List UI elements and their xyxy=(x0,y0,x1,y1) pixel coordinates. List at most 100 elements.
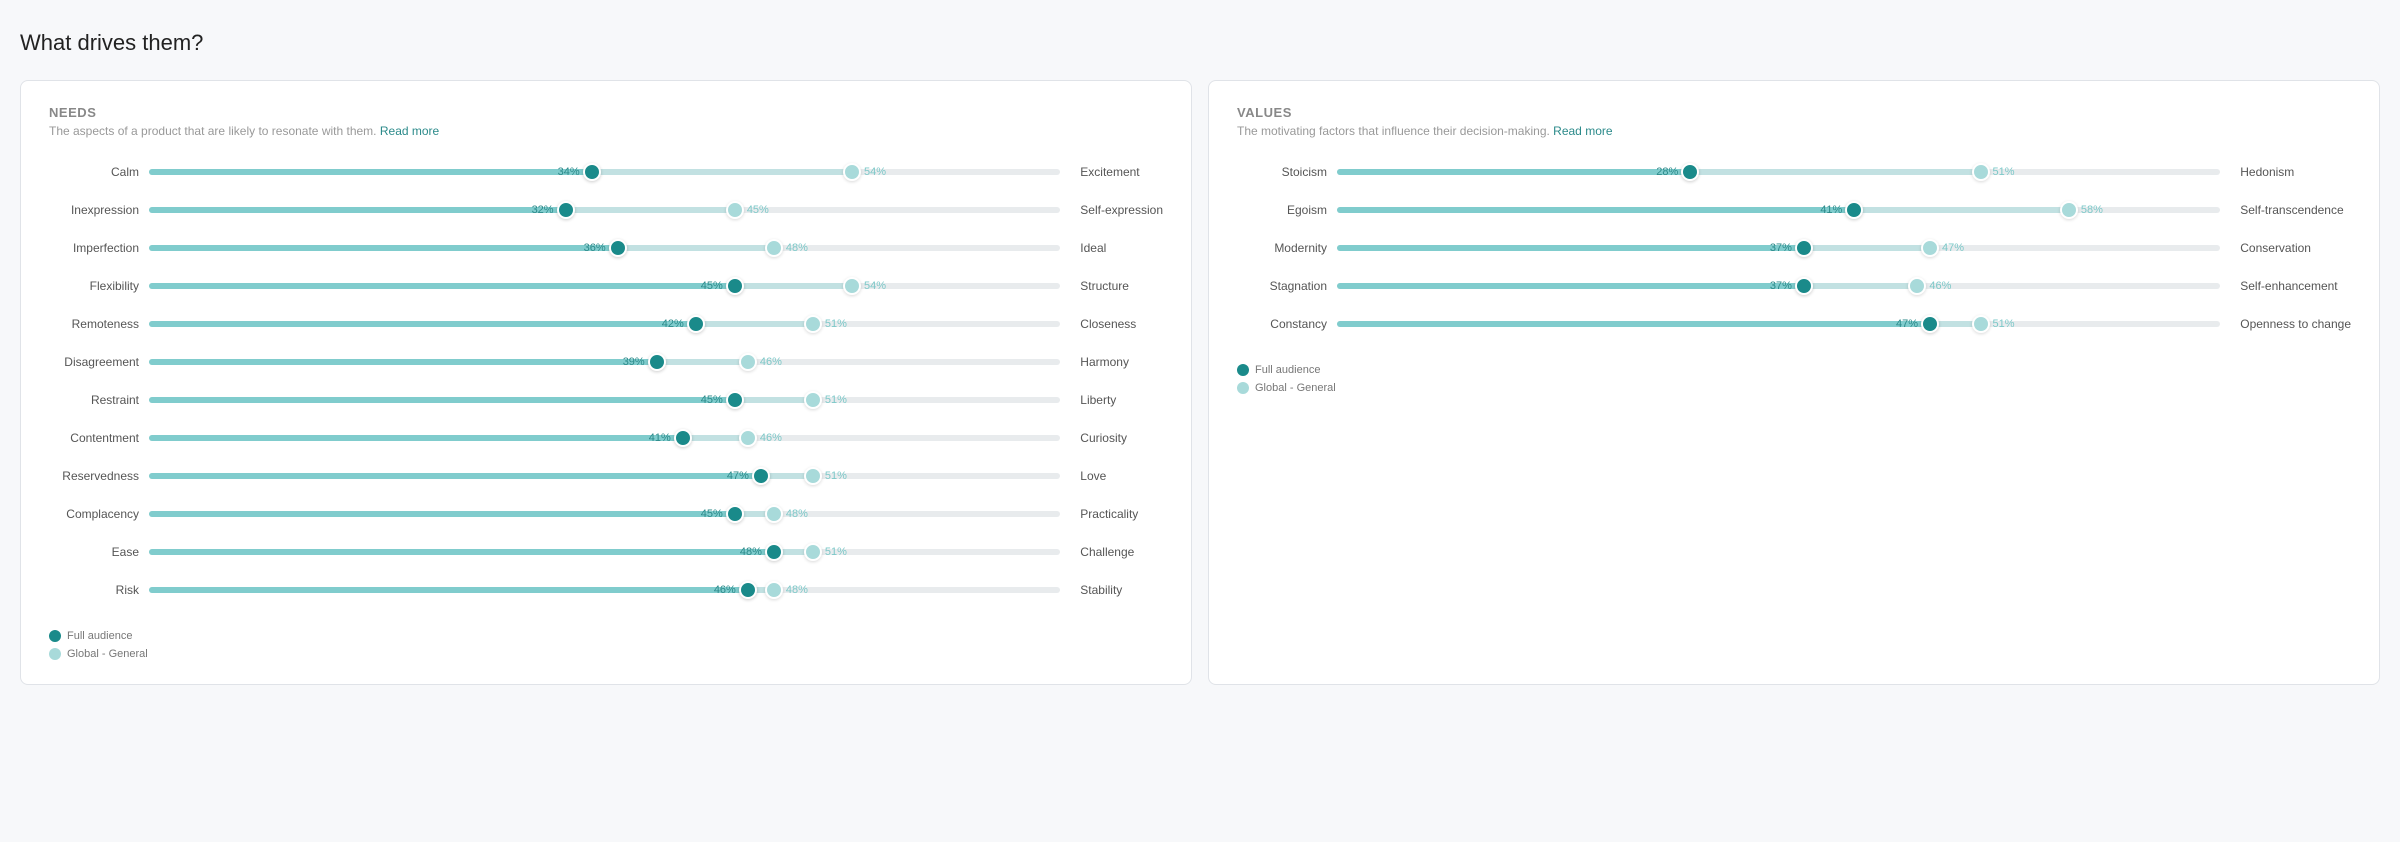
bar-track: 45%48% xyxy=(149,511,1060,517)
bar-row: Calm 34% 54% xyxy=(49,158,1060,186)
bar-label: Stagnation xyxy=(1237,279,1337,293)
needs-panel-subtitle: The aspects of a product that are likely… xyxy=(49,124,1163,138)
values-panel-title: Values xyxy=(1237,105,2351,120)
values-legend-audience: Full audience xyxy=(1237,364,2351,376)
bar-label: Ease xyxy=(49,545,149,559)
pct-global-label: 54% xyxy=(864,166,886,178)
bar-fill-audience xyxy=(149,397,735,403)
bar-track: 39% 46% xyxy=(149,359,1060,365)
bar-fill-audience xyxy=(1337,207,1854,213)
bar-label: Disagreement xyxy=(49,355,149,369)
values-legend-global-label: Global - General xyxy=(1255,382,1336,394)
values-read-more-link[interactable]: Read more xyxy=(1553,124,1612,138)
bar-track: 45% 51% xyxy=(149,397,1060,403)
needs-legend-audience-label: Full audience xyxy=(67,630,132,642)
bar-track: 41%58% xyxy=(1337,207,2220,213)
pct-audience-label: 45% xyxy=(701,394,723,406)
dot-audience xyxy=(1795,239,1813,257)
dot-global xyxy=(804,467,822,485)
bar-track: 28%51% xyxy=(1337,169,2220,175)
pct-global-label: 54% xyxy=(864,280,886,292)
pct-audience-label: 39% xyxy=(623,356,645,368)
bar-track: 37%47% xyxy=(1337,245,2220,251)
dot-audience xyxy=(726,277,744,295)
pct-global-label: 51% xyxy=(825,546,847,558)
bar-row: Risk46%48% xyxy=(49,576,1060,604)
bar-track: 32%45% xyxy=(149,207,1060,213)
needs-legend-global-label: Global - General xyxy=(67,648,148,660)
bar-track: 45% 54% xyxy=(149,283,1060,289)
dot-audience xyxy=(739,581,757,599)
bar-label: Calm xyxy=(49,165,149,179)
opposite-label: Closeness xyxy=(1080,310,1163,338)
opposite-label: Hedonism xyxy=(2240,158,2351,186)
pct-global-label: 48% xyxy=(786,508,808,520)
bar-fill-audience xyxy=(149,283,735,289)
bar-track: 47% 51% xyxy=(1337,321,2220,327)
bar-row: Egoism41%58% xyxy=(1237,196,2220,224)
bar-fill-audience xyxy=(1337,245,1804,251)
dot-global xyxy=(2060,201,2078,219)
opposite-label: Excitement xyxy=(1080,158,1163,186)
bar-label: Contentment xyxy=(49,431,149,445)
bar-row: Disagreement 39% 46% xyxy=(49,348,1060,376)
bar-row: Modernity37%47% xyxy=(1237,234,2220,262)
values-opposites: HedonismSelf-transcendenceConservationSe… xyxy=(2240,158,2351,348)
bar-label: Constancy xyxy=(1237,317,1337,331)
values-panel: Values The motivating factors that influ… xyxy=(1208,80,2380,685)
dot-audience xyxy=(752,467,770,485)
pct-audience-label: 47% xyxy=(1896,318,1918,330)
bar-track: 46%48% xyxy=(149,587,1060,593)
bar-row: Flexibility45%54% xyxy=(49,272,1060,300)
needs-legend-global-dot xyxy=(49,648,61,660)
values-legend-global: Global - General xyxy=(1237,382,2351,394)
bar-track: 47%51% xyxy=(149,473,1060,479)
pct-audience-label: 42% xyxy=(662,318,684,330)
pct-global-label: 51% xyxy=(1993,166,2015,178)
needs-panel: Needs The aspects of a product that are … xyxy=(20,80,1192,685)
needs-read-more-link[interactable]: Read more xyxy=(380,124,439,138)
values-legend-audience-dot xyxy=(1237,364,1249,376)
bar-row: Stagnation37%46% xyxy=(1237,272,2220,300)
bar-row: Ease48%51% xyxy=(49,538,1060,566)
opposite-label: Stability xyxy=(1080,576,1163,604)
pct-audience-label: 34% xyxy=(558,166,580,178)
bar-label: Egoism xyxy=(1237,203,1337,217)
dot-global xyxy=(1908,277,1926,295)
bar-fill-audience xyxy=(149,207,566,213)
values-legend-audience-label: Full audience xyxy=(1255,364,1320,376)
bar-label: Inexpression xyxy=(49,203,149,217)
pct-global-label: 51% xyxy=(825,470,847,482)
values-panel-subtitle: The motivating factors that influence th… xyxy=(1237,124,2351,138)
pct-global-label: 51% xyxy=(825,318,847,330)
bar-track: 48%51% xyxy=(149,549,1060,555)
opposite-label: Practicality xyxy=(1080,500,1163,528)
opposite-label: Openness to change xyxy=(2240,310,2351,338)
bar-fill-audience xyxy=(149,473,761,479)
pct-global-label: 51% xyxy=(1993,318,2015,330)
bar-track: 37%46% xyxy=(1337,283,2220,289)
bar-row: Reservedness47%51% xyxy=(49,462,1060,490)
page-title: What drives them? xyxy=(20,30,2380,56)
dot-global xyxy=(765,239,783,257)
values-legend: Full audience Global - General xyxy=(1237,364,2351,394)
pct-global-label: 51% xyxy=(825,394,847,406)
needs-legend-audience-dot xyxy=(49,630,61,642)
opposite-label: Curiosity xyxy=(1080,424,1163,452)
opposite-label: Challenge xyxy=(1080,538,1163,566)
opposite-label: Self-transcendence xyxy=(2240,196,2351,224)
bar-track: 41% 46% xyxy=(149,435,1060,441)
bar-fill-audience xyxy=(149,359,657,365)
opposite-label: Liberty xyxy=(1080,386,1163,414)
pct-audience-label: 45% xyxy=(701,280,723,292)
dot-global xyxy=(843,277,861,295)
bar-fill-audience xyxy=(149,511,735,517)
dot-audience xyxy=(687,315,705,333)
pct-global-label: 46% xyxy=(760,356,782,368)
pct-audience-label: 41% xyxy=(649,432,671,444)
pct-audience-label: 41% xyxy=(1820,204,1842,216)
dot-audience xyxy=(583,163,601,181)
needs-legend: Full audience Global - General xyxy=(49,630,1163,660)
pct-global-label: 46% xyxy=(760,432,782,444)
dot-audience xyxy=(726,505,744,523)
